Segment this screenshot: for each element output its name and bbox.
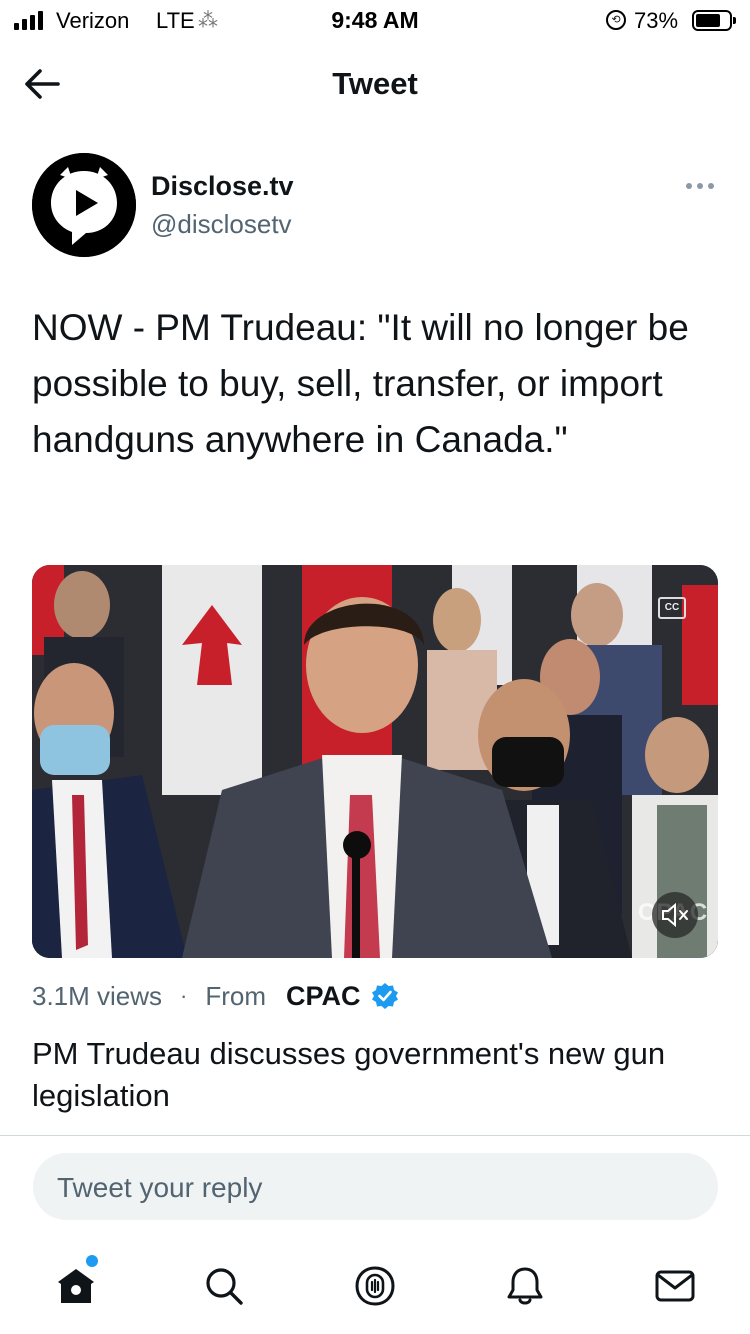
view-count: 3.1M views (32, 980, 163, 1011)
media-meta: 3.1M views · From CPAC (32, 978, 399, 1014)
search-icon (206, 1268, 243, 1305)
orientation-lock-icon: ⟲ (606, 10, 626, 30)
tab-notifications[interactable] (499, 1260, 551, 1312)
bottom-tab-bar (0, 1245, 750, 1334)
mute-button[interactable] (652, 892, 698, 938)
author-name[interactable]: Disclose.tv (151, 171, 294, 202)
tweet-header: Tweet (0, 40, 750, 130)
home-icon (58, 1269, 94, 1303)
tweet-text: NOW - PM Trudeau: "It will no longer be … (32, 307, 689, 460)
tab-messages[interactable] (649, 1260, 701, 1312)
dot (708, 183, 714, 189)
reply-placeholder: Tweet your reply (57, 1172, 263, 1203)
author-avatar[interactable] (32, 153, 136, 257)
author-handle[interactable]: @disclosetv (151, 209, 292, 240)
speaker-muted-icon (662, 902, 688, 928)
spaces-icon (355, 1266, 395, 1306)
mail-icon (655, 1270, 695, 1302)
tweet-video[interactable]: CC CPAC (32, 565, 718, 958)
media-source[interactable]: CPAC (286, 981, 361, 1012)
divider (0, 1135, 750, 1136)
more-options-button[interactable] (678, 172, 722, 200)
reply-input[interactable]: Tweet your reply (33, 1153, 718, 1220)
tab-spaces[interactable] (349, 1260, 401, 1312)
play-bubble-logo-icon (32, 153, 136, 257)
video-frame (32, 565, 718, 958)
from-label: From (205, 980, 267, 1011)
tab-home[interactable] (50, 1260, 102, 1312)
meta-separator: · (180, 983, 188, 1008)
media-title[interactable]: PM Trudeau discusses government's new gu… (32, 1033, 722, 1117)
battery-percent: 73% (634, 8, 679, 33)
status-bar: Verizon LTE ⁂ 9:48 AM ⟲ 73% (0, 0, 750, 40)
dot (697, 183, 703, 189)
dot (686, 183, 692, 189)
closed-captions-button[interactable]: CC (658, 597, 686, 619)
home-notification-dot (86, 1255, 98, 1267)
bell-icon (507, 1267, 543, 1305)
tab-search[interactable] (198, 1260, 250, 1312)
verified-badge-icon (371, 983, 398, 1009)
battery-icon (692, 10, 736, 31)
page-title: Tweet (332, 66, 418, 101)
